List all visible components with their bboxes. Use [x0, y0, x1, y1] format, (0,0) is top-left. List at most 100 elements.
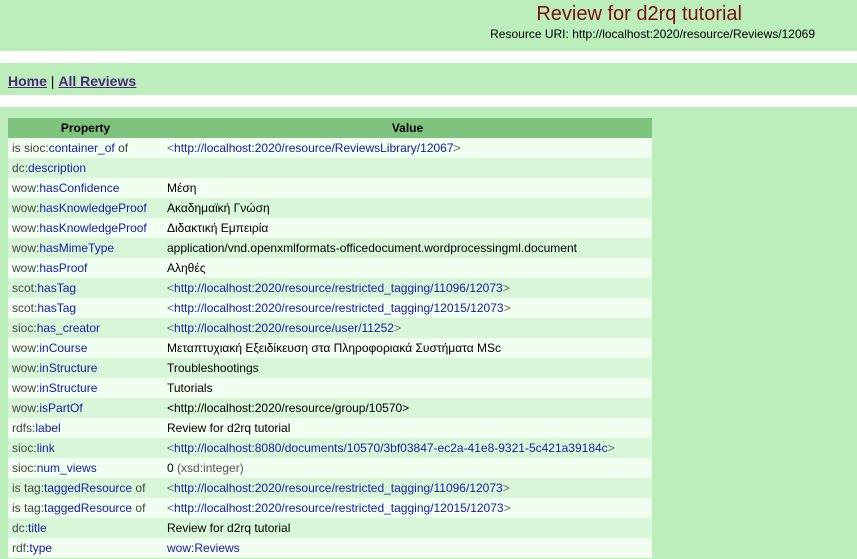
- properties-table-body: is sioc:container_of of <http://localhost…: [8, 138, 652, 558]
- property-link[interactable]: hasConfidence: [39, 181, 119, 195]
- value-cell: 0 (xsd:integer): [163, 458, 652, 478]
- table-row: wow:hasMimeType application/vnd.openxmlfo…: [8, 238, 652, 258]
- property-prefix: wow: [12, 401, 37, 415]
- value-uri-link[interactable]: http://localhost:2020/resource/user/1125…: [174, 321, 394, 335]
- table-row: rdfs:label Review for d2rq tutorial: [8, 418, 652, 438]
- value-cell: Review for d2rq tutorial: [163, 518, 652, 538]
- table-row: is tag:taggedResource of <http://localhos…: [8, 478, 652, 498]
- property-link[interactable]: link: [37, 441, 55, 455]
- property-link[interactable]: num_views: [37, 461, 97, 475]
- property-link[interactable]: hasTag: [37, 301, 76, 315]
- value-cell: Διδακτική Εμπειρία: [163, 218, 652, 238]
- value-uri-link[interactable]: http://localhost:2020/resource/restricte…: [174, 301, 504, 315]
- property-cell: is sioc:container_of of: [8, 138, 163, 158]
- property-link[interactable]: title: [28, 521, 47, 535]
- value-column-header: Value: [163, 118, 652, 138]
- property-post: of: [132, 481, 146, 495]
- property-link[interactable]: container_of: [49, 141, 115, 155]
- table-row: scot:hasTag <http://localhost:2020/resour…: [8, 298, 652, 318]
- value-type-link[interactable]: wow:Reviews: [167, 541, 240, 555]
- table-row: rdf:type wow:Reviews: [8, 538, 652, 558]
- breadcrumb-nav: Home | All Reviews: [8, 73, 136, 89]
- nav-separator: |: [50, 73, 55, 89]
- value-literal: Ακαδημαϊκή Γνώση: [167, 201, 270, 215]
- table-row: wow:hasKnowledgeProof Διδακτική Εμπειρία: [8, 218, 652, 238]
- property-link[interactable]: isPartOf: [39, 401, 82, 415]
- value-cell: <http://localhost:8080/documents/10570/3…: [163, 438, 652, 458]
- table-row: wow:hasKnowledgeProof Ακαδημαϊκή Γνώση: [8, 198, 652, 218]
- table-row: sioc:num_views 0 (xsd:integer): [8, 458, 652, 478]
- property-post: of: [114, 141, 129, 155]
- value-uri-link[interactable]: http://localhost:8080/documents/10570/3b…: [174, 441, 608, 455]
- value-literal: <http://localhost:2020/resource/group/10…: [167, 401, 410, 415]
- property-link[interactable]: hasTag: [37, 281, 76, 295]
- table-row: wow:inCourse Μεταπτυχιακή Εξειδίκευση στα…: [8, 338, 652, 358]
- property-link[interactable]: has_creator: [37, 321, 100, 335]
- value-literal: 0: [167, 461, 174, 475]
- all-reviews-link[interactable]: All Reviews: [58, 73, 136, 89]
- property-link[interactable]: hasMimeType: [39, 241, 114, 255]
- resource-uri-value: http://localhost:2020/resource/Reviews/1…: [572, 27, 815, 41]
- property-cell: dc:title: [8, 518, 163, 538]
- page-title: Review for d2rq tutorial: [536, 3, 742, 25]
- property-prefix: dc: [12, 161, 25, 175]
- property-cell: sioc:link: [8, 438, 163, 458]
- table-row: dc:title Review for d2rq tutorial: [8, 518, 652, 538]
- divider-bottom: [0, 95, 857, 107]
- table-row: wow:inStructure Troubleshootings: [8, 358, 652, 378]
- property-link[interactable]: taggedResource: [44, 501, 132, 515]
- property-prefix: wow: [12, 341, 37, 355]
- value-literal: Διδακτική Εμπειρία: [167, 221, 269, 235]
- property-cell: is tag:taggedResource of: [8, 478, 163, 498]
- property-prefix: sioc: [12, 321, 34, 335]
- resource-uri-label: Resource URI:: [490, 27, 569, 41]
- property-cell: wow:hasMimeType: [8, 238, 163, 258]
- property-prefix: tag: [24, 481, 41, 495]
- property-column-header: Property: [8, 118, 163, 138]
- property-link[interactable]: hasKnowledgeProof: [39, 221, 146, 235]
- value-uri-link[interactable]: http://localhost:2020/resource/restricte…: [174, 481, 503, 495]
- property-link[interactable]: type: [29, 541, 52, 555]
- value-literal: Tutorials: [167, 381, 213, 395]
- value-cell: wow:Reviews: [163, 538, 652, 558]
- table-row: dc:description: [8, 158, 652, 178]
- value-cell: application/vnd.openxmlformats-officedoc…: [163, 238, 652, 258]
- property-cell: rdfs:label: [8, 418, 163, 438]
- property-prefix: tag: [24, 501, 41, 515]
- value-uri-link[interactable]: http://localhost:2020/resource/restricte…: [174, 281, 503, 295]
- value-literal: Troubleshootings: [167, 361, 259, 375]
- property-prefix: sioc: [24, 141, 46, 155]
- property-cell: rdf:type: [8, 538, 163, 558]
- value-literal: Μεταπτυχιακή Εξειδίκευση στα Πληροφοριακ…: [167, 341, 502, 355]
- property-link[interactable]: inCourse: [39, 341, 87, 355]
- property-link[interactable]: label: [35, 421, 60, 435]
- value-cell: Troubleshootings: [163, 358, 652, 378]
- properties-table: Property Value is sioc:container_of of <h…: [8, 118, 652, 558]
- property-post: of: [132, 501, 146, 515]
- value-cell: <http://localhost:2020/resource/restrict…: [163, 298, 652, 318]
- home-link[interactable]: Home: [8, 73, 47, 89]
- property-link[interactable]: description: [28, 161, 86, 175]
- value-cell: <http://localhost:2020/resource/restrict…: [163, 478, 652, 498]
- value-cell: <http://localhost:2020/resource/user/112…: [163, 318, 652, 338]
- value-cell: Ακαδημαϊκή Γνώση: [163, 198, 652, 218]
- value-uri-link[interactable]: http://localhost:2020/resource/restricte…: [174, 501, 504, 515]
- value-cell: Review for d2rq tutorial: [163, 418, 652, 438]
- table-row: wow:isPartOf <http://localhost:2020/resou…: [8, 398, 652, 418]
- property-link[interactable]: hasProof: [39, 261, 87, 275]
- property-link[interactable]: inStructure: [39, 361, 97, 375]
- property-pre: is: [12, 481, 24, 495]
- value-cell: <http://localhost:2020/resource/group/10…: [163, 398, 652, 418]
- value-cell: <http://localhost:2020/resource/restrict…: [163, 278, 652, 298]
- property-prefix: wow: [12, 201, 37, 215]
- property-cell: wow:hasKnowledgeProof: [8, 218, 163, 238]
- property-link[interactable]: taggedResource: [44, 481, 132, 495]
- table-row: is tag:taggedResource of <http://localhos…: [8, 498, 652, 518]
- property-cell: sioc:num_views: [8, 458, 163, 478]
- property-link[interactable]: hasKnowledgeProof: [39, 201, 146, 215]
- value-uri-link[interactable]: http://localhost:2020/resource/ReviewsLi…: [174, 141, 454, 155]
- property-cell: scot:hasTag: [8, 278, 163, 298]
- property-link[interactable]: inStructure: [39, 381, 97, 395]
- property-prefix: scot: [12, 301, 35, 315]
- resource-uri: Resource URI: http://localhost:2020/reso…: [490, 27, 815, 41]
